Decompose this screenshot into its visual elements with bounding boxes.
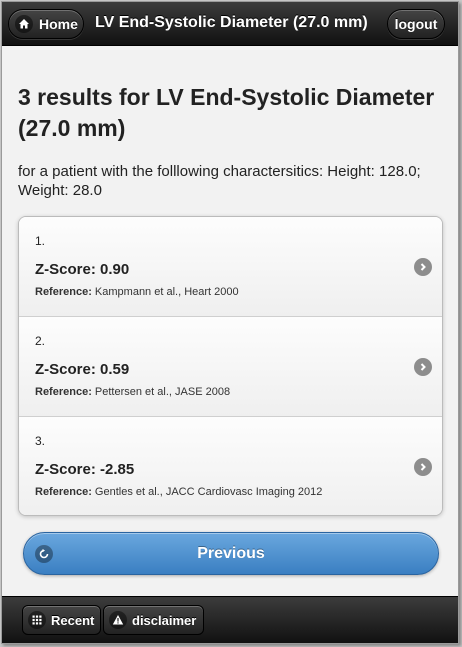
z-score: Z-Score: -2.85 xyxy=(35,461,135,478)
header-bar: Home LV End-Systolic Diameter (27.0 mm) … xyxy=(2,2,458,46)
z-score: Z-Score: 0.90 xyxy=(35,261,130,278)
reference-label: Reference: xyxy=(35,486,92,498)
recent-button-label: Recent xyxy=(51,612,95,628)
previous-button[interactable]: Previous xyxy=(23,532,439,575)
reference: Reference: Pettersen et al., JASE 2008 xyxy=(35,386,230,398)
reference-label: Reference: xyxy=(35,386,92,398)
disclaimer-button[interactable]: disclaimer xyxy=(103,605,204,635)
chevron-right-icon xyxy=(414,458,432,476)
reference: Reference: Kampmann et al., Heart 2000 xyxy=(35,286,239,298)
reference: Reference: Gentles et al., JACC Cardiova… xyxy=(35,486,322,498)
z-score: Z-Score: 0.59 xyxy=(35,361,130,378)
home-icon xyxy=(15,15,33,33)
result-number: 2. xyxy=(35,334,46,348)
reference-label: Reference: xyxy=(35,286,92,298)
warning-icon xyxy=(109,611,127,629)
logout-button[interactable]: logout xyxy=(387,9,445,39)
chevron-right-icon xyxy=(414,258,432,276)
back-arrow-icon xyxy=(35,545,53,563)
patient-characteristics: for a patient with the folllowing charac… xyxy=(18,163,421,199)
footer-bar: Recent disclaimer xyxy=(2,596,458,643)
home-button[interactable]: Home xyxy=(8,9,84,39)
home-button-label: Home xyxy=(39,16,78,32)
results-heading: 3 results for LV End-Systolic Diameter (… xyxy=(18,84,435,141)
logout-button-label: logout xyxy=(394,16,438,32)
result-item-3[interactable]: 3. Z-Score: -2.85 Reference: Gentles et … xyxy=(19,417,442,515)
result-item-1[interactable]: 1. Z-Score: 0.90 Reference: Kampmann et … xyxy=(19,217,442,317)
result-number: 1. xyxy=(35,234,46,248)
grid-icon xyxy=(28,611,46,629)
app-window: Home LV End-Systolic Diameter (27.0 mm) … xyxy=(1,1,459,644)
result-item-2[interactable]: 2. Z-Score: 0.59 Reference: Pettersen et… xyxy=(19,317,442,417)
reference-text: Gentles et al., JACC Cardiovasc Imaging … xyxy=(94,486,323,498)
disclaimer-button-label: disclaimer xyxy=(132,612,197,628)
page-title: LV End-Systolic Diameter (27.0 mm) xyxy=(95,14,368,31)
results-list: 1. Z-Score: 0.90 Reference: Kampmann et … xyxy=(18,216,443,516)
reference-text: Kampmann et al., Heart 2000 xyxy=(94,286,239,298)
chevron-right-icon xyxy=(414,358,432,376)
previous-button-label: Previous xyxy=(197,544,265,562)
reference-text: Pettersen et al., JASE 2008 xyxy=(94,386,231,398)
recent-button[interactable]: Recent xyxy=(22,605,101,635)
result-number: 3. xyxy=(35,434,46,448)
